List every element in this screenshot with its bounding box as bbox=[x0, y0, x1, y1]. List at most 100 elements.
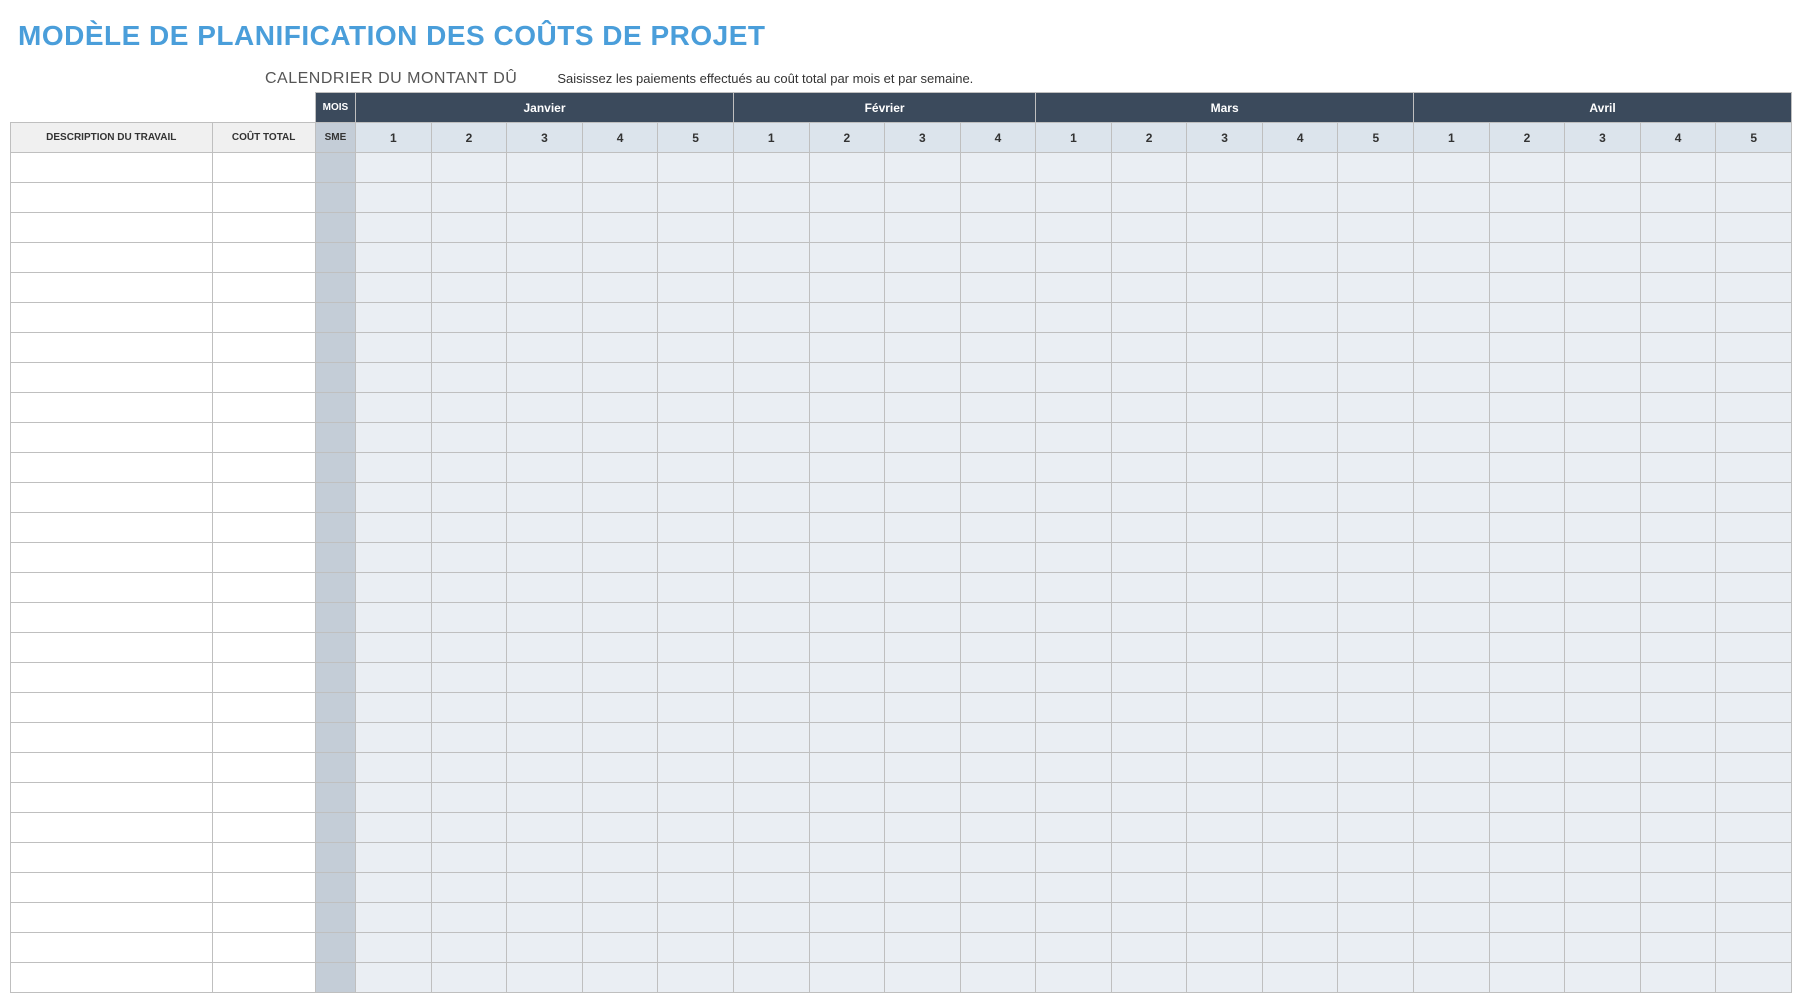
cell-week[interactable] bbox=[1565, 753, 1641, 783]
cell-week[interactable] bbox=[1489, 603, 1565, 633]
cell-week[interactable] bbox=[507, 423, 583, 453]
cell-description[interactable] bbox=[11, 183, 213, 213]
cell-week[interactable] bbox=[885, 243, 961, 273]
cell-week[interactable] bbox=[1640, 513, 1716, 543]
cell-week[interactable] bbox=[960, 663, 1036, 693]
cell-week[interactable] bbox=[582, 813, 658, 843]
cell-week[interactable] bbox=[1262, 933, 1338, 963]
cell-week[interactable] bbox=[1187, 933, 1263, 963]
cell-week[interactable] bbox=[658, 633, 734, 663]
cell-week[interactable] bbox=[582, 213, 658, 243]
cell-week[interactable] bbox=[1414, 393, 1490, 423]
cell-week[interactable] bbox=[658, 273, 734, 303]
cell-week[interactable] bbox=[1565, 813, 1641, 843]
cell-sme[interactable] bbox=[315, 573, 355, 603]
cell-week[interactable] bbox=[885, 573, 961, 603]
cell-week[interactable] bbox=[658, 303, 734, 333]
cell-week[interactable] bbox=[431, 303, 507, 333]
cell-week[interactable] bbox=[658, 663, 734, 693]
cell-week[interactable] bbox=[1036, 363, 1112, 393]
cell-week[interactable] bbox=[1262, 753, 1338, 783]
cell-description[interactable] bbox=[11, 903, 213, 933]
cell-week[interactable] bbox=[960, 843, 1036, 873]
cell-week[interactable] bbox=[1111, 243, 1187, 273]
cell-week[interactable] bbox=[1338, 753, 1414, 783]
cell-week[interactable] bbox=[1716, 633, 1792, 663]
cell-week[interactable] bbox=[1187, 813, 1263, 843]
cell-week[interactable] bbox=[885, 723, 961, 753]
cell-week[interactable] bbox=[1338, 363, 1414, 393]
cell-week[interactable] bbox=[356, 453, 432, 483]
cell-week[interactable] bbox=[507, 843, 583, 873]
cell-week[interactable] bbox=[1187, 573, 1263, 603]
cell-week[interactable] bbox=[1262, 453, 1338, 483]
cell-week[interactable] bbox=[960, 153, 1036, 183]
cell-week[interactable] bbox=[1111, 543, 1187, 573]
cell-week[interactable] bbox=[431, 633, 507, 663]
cell-description[interactable] bbox=[11, 693, 213, 723]
cell-week[interactable] bbox=[1640, 963, 1716, 993]
cell-week[interactable] bbox=[507, 273, 583, 303]
cell-cout-total[interactable] bbox=[212, 213, 315, 243]
cell-week[interactable] bbox=[1640, 723, 1716, 753]
cell-week[interactable] bbox=[658, 813, 734, 843]
cell-week[interactable] bbox=[733, 963, 809, 993]
cell-week[interactable] bbox=[1716, 363, 1792, 393]
cell-week[interactable] bbox=[809, 153, 885, 183]
cell-week[interactable] bbox=[809, 483, 885, 513]
cell-week[interactable] bbox=[582, 393, 658, 423]
cell-cout-total[interactable] bbox=[212, 963, 315, 993]
cell-week[interactable] bbox=[1111, 963, 1187, 993]
cell-week[interactable] bbox=[1640, 303, 1716, 333]
cell-week[interactable] bbox=[582, 573, 658, 603]
cell-week[interactable] bbox=[1489, 483, 1565, 513]
cell-week[interactable] bbox=[582, 243, 658, 273]
cell-week[interactable] bbox=[1036, 933, 1112, 963]
cell-week[interactable] bbox=[1414, 603, 1490, 633]
cell-description[interactable] bbox=[11, 933, 213, 963]
cell-cout-total[interactable] bbox=[212, 813, 315, 843]
cell-week[interactable] bbox=[1716, 663, 1792, 693]
cell-week[interactable] bbox=[1414, 933, 1490, 963]
cell-week[interactable] bbox=[1414, 153, 1490, 183]
cell-week[interactable] bbox=[1111, 333, 1187, 363]
cell-week[interactable] bbox=[1716, 453, 1792, 483]
cell-cout-total[interactable] bbox=[212, 753, 315, 783]
cell-week[interactable] bbox=[1036, 663, 1112, 693]
cell-week[interactable] bbox=[1111, 153, 1187, 183]
cell-week[interactable] bbox=[733, 663, 809, 693]
cell-week[interactable] bbox=[1036, 633, 1112, 663]
cell-week[interactable] bbox=[1716, 963, 1792, 993]
cell-week[interactable] bbox=[1262, 183, 1338, 213]
cell-week[interactable] bbox=[507, 753, 583, 783]
cell-week[interactable] bbox=[431, 153, 507, 183]
cell-week[interactable] bbox=[809, 183, 885, 213]
cell-week[interactable] bbox=[1111, 693, 1187, 723]
cell-cout-total[interactable] bbox=[212, 633, 315, 663]
cell-week[interactable] bbox=[1716, 183, 1792, 213]
cell-week[interactable] bbox=[1111, 303, 1187, 333]
cell-week[interactable] bbox=[733, 483, 809, 513]
cell-sme[interactable] bbox=[315, 153, 355, 183]
cell-week[interactable] bbox=[1489, 423, 1565, 453]
cell-week[interactable] bbox=[1111, 483, 1187, 513]
cell-week[interactable] bbox=[885, 273, 961, 303]
cell-week[interactable] bbox=[1640, 243, 1716, 273]
cell-week[interactable] bbox=[356, 333, 432, 363]
cell-week[interactable] bbox=[1187, 753, 1263, 783]
cell-week[interactable] bbox=[582, 543, 658, 573]
cell-week[interactable] bbox=[356, 783, 432, 813]
cell-week[interactable] bbox=[1036, 483, 1112, 513]
cell-week[interactable] bbox=[733, 243, 809, 273]
cell-week[interactable] bbox=[431, 573, 507, 603]
cell-week[interactable] bbox=[658, 243, 734, 273]
cell-week[interactable] bbox=[809, 753, 885, 783]
cell-week[interactable] bbox=[960, 513, 1036, 543]
cell-week[interactable] bbox=[733, 333, 809, 363]
cell-cout-total[interactable] bbox=[212, 723, 315, 753]
cell-week[interactable] bbox=[733, 873, 809, 903]
cell-week[interactable] bbox=[733, 933, 809, 963]
cell-week[interactable] bbox=[733, 213, 809, 243]
cell-week[interactable] bbox=[507, 153, 583, 183]
cell-week[interactable] bbox=[507, 543, 583, 573]
